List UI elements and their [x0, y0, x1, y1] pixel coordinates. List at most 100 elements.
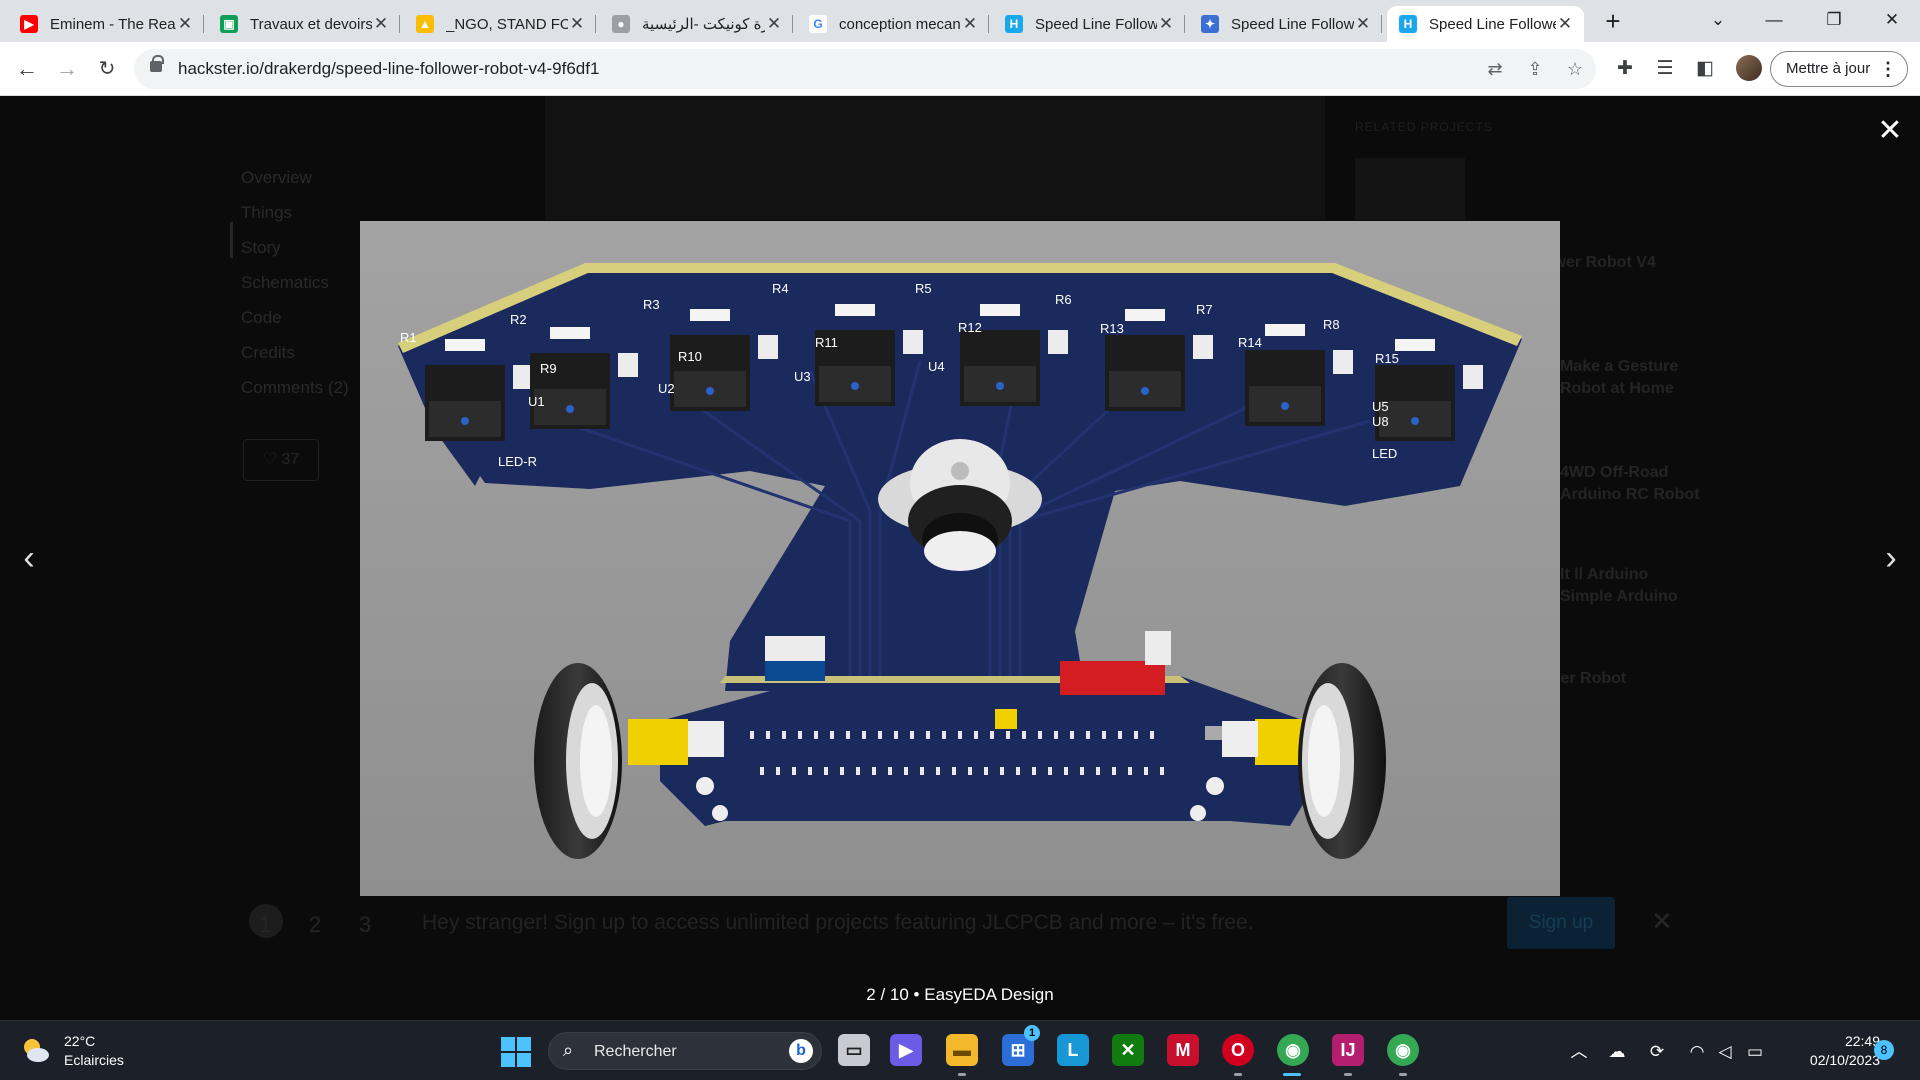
forward-button[interactable]: →: [50, 52, 84, 86]
header-pin: [862, 731, 866, 739]
teams-chat-icon[interactable]: ▶: [890, 1034, 922, 1066]
start-button[interactable]: [501, 1037, 531, 1067]
respect-button[interactable]: ♡ 37: [243, 439, 319, 481]
header-pin: [974, 731, 978, 739]
tab-7[interactable]: ✦ Speed Line Follower✕: [1189, 6, 1382, 42]
jlcpcb-icon: ✦: [1201, 15, 1219, 33]
update-button[interactable]: Mettre à jour ⋮: [1770, 51, 1908, 87]
tab-title: Speed Line Follower: [1035, 15, 1157, 33]
pcb-silkscreen-label: U2: [658, 381, 675, 396]
related-project-title[interactable]: Simple Arduino: [1560, 588, 1678, 606]
pager-item[interactable]: 1: [259, 912, 271, 938]
tab-search-chevron-icon[interactable]: ⌄: [1690, 0, 1746, 42]
tab-close-icon[interactable]: ✕: [1556, 14, 1574, 34]
tab-6[interactable]: H Speed Line Follower✕: [993, 6, 1185, 42]
close-window-button[interactable]: ✕: [1864, 0, 1920, 42]
project-nav-item[interactable]: Schematics: [241, 273, 349, 308]
related-project-title[interactable]: Arduino RC Robot: [1560, 486, 1700, 504]
address-bar[interactable]: hackster.io/drakerdg/speed-line-follower…: [134, 49, 1596, 89]
tab-title: _NGO, STAND FOR: [446, 15, 568, 33]
taskbar-search[interactable]: ⌕ Rechercher b: [548, 1032, 822, 1070]
file-explorer-icon[interactable]: ▬: [946, 1034, 978, 1066]
tab-5[interactable]: Gconception mecanique✕: [797, 6, 989, 42]
header-pin: [904, 767, 908, 775]
minimize-button[interactable]: —: [1746, 0, 1802, 42]
chrome-icon[interactable]: ◉: [1277, 1034, 1309, 1066]
tab-separator: [203, 15, 204, 33]
pager-item[interactable]: 3: [359, 912, 371, 938]
sync-icon[interactable]: ⟳: [1646, 1041, 1668, 1063]
header-pin: [782, 731, 786, 739]
tab-close-icon[interactable]: ✕: [1354, 14, 1372, 34]
volume-icon[interactable]: ◁: [1714, 1041, 1736, 1063]
tab-3[interactable]: ▲ _NGO, STAND FOR✕: [404, 6, 596, 42]
notification-badge[interactable]: 8: [1874, 1040, 1894, 1060]
header-pin: [1102, 731, 1106, 739]
lightbox-close-icon[interactable]: ✕: [1874, 116, 1906, 148]
signup-button[interactable]: Sign up: [1507, 897, 1615, 949]
task-view-icon[interactable]: ▭: [838, 1034, 870, 1066]
header-pin: [936, 767, 940, 775]
reload-button[interactable]: ↻: [90, 52, 124, 86]
bing-icon[interactable]: b: [789, 1039, 813, 1063]
tab-close-icon[interactable]: ✕: [1157, 14, 1175, 34]
running-indicator: [958, 1073, 966, 1076]
intellij-icon[interactable]: IJ: [1332, 1034, 1364, 1066]
header-pin: [1150, 731, 1154, 739]
share-icon[interactable]: ⇪: [1524, 58, 1546, 80]
tab-4[interactable]: ● كورة كونيكت -الرئيسية✕: [600, 6, 793, 42]
related-thumbnail[interactable]: [1355, 158, 1465, 220]
tab-8[interactable]: H Speed Line Follower ✕: [1387, 6, 1584, 42]
opera-icon[interactable]: O: [1222, 1034, 1254, 1066]
tab-close-icon[interactable]: ✕: [372, 14, 390, 34]
restore-button[interactable]: ❐: [1806, 0, 1862, 42]
tray-overflow-chevron-icon[interactable]: ︿: [1568, 1041, 1590, 1063]
pager-item[interactable]: 2: [309, 912, 321, 938]
reading-list-icon[interactable]: ☰: [1652, 56, 1678, 82]
project-nav-item[interactable]: Story: [241, 238, 349, 273]
hero-image-dimmed: [545, 96, 1325, 220]
header-pin: [798, 731, 802, 739]
menu-dots-icon[interactable]: ⋮: [1879, 52, 1897, 86]
project-nav-item[interactable]: Comments (2): [241, 378, 349, 413]
pcb-silkscreen-label: U4: [928, 359, 945, 374]
header-pin: [1070, 731, 1074, 739]
url-text[interactable]: hackster.io/drakerdg/speed-line-follower…: [178, 59, 599, 79]
profile-avatar[interactable]: [1736, 55, 1762, 81]
back-button[interactable]: ←: [10, 52, 44, 86]
tab-1[interactable]: ▶ Eminem - The Real Slim Shady✕: [8, 6, 204, 42]
pcb-silkscreen-label: R2: [510, 312, 527, 327]
tab-close-icon[interactable]: ✕: [961, 14, 979, 34]
pcb-silkscreen-label: R10: [678, 349, 702, 364]
launcher-l-icon[interactable]: L: [1057, 1034, 1089, 1066]
weather-condition: Eclaircies: [64, 1052, 124, 1068]
pcb-silkscreen-label: R8: [1323, 317, 1340, 332]
signup-close-icon[interactable]: ✕: [1651, 906, 1673, 937]
bookmark-star-icon[interactable]: ☆: [1564, 58, 1586, 80]
battery-icon[interactable]: ▭: [1744, 1041, 1766, 1063]
lightbox-prev-icon[interactable]: ‹: [14, 540, 44, 576]
project-nav-item[interactable]: Credits: [241, 343, 349, 378]
onedrive-error-icon[interactable]: ☁: [1606, 1041, 1628, 1063]
lightbox-next-icon[interactable]: ›: [1876, 540, 1906, 576]
extensions-icon[interactable]: ✚: [1612, 56, 1638, 82]
chrome-profile-icon[interactable]: ◉: [1387, 1034, 1419, 1066]
project-nav-item[interactable]: Things: [241, 203, 349, 238]
related-project-title[interactable]: Make a Gesture: [1560, 358, 1678, 376]
tab-close-icon[interactable]: ✕: [568, 14, 586, 34]
new-tab-button[interactable]: +: [1598, 6, 1628, 36]
xbox-icon[interactable]: ✕: [1112, 1034, 1144, 1066]
related-project-title[interactable]: It ll Arduino: [1560, 566, 1648, 584]
mcafee-icon[interactable]: M: [1167, 1034, 1199, 1066]
tab-close-icon[interactable]: ✕: [765, 14, 783, 34]
related-project-title[interactable]: 4WD Off-Road: [1560, 464, 1668, 482]
project-nav-item[interactable]: Overview: [241, 168, 349, 203]
project-nav-item[interactable]: Code: [241, 308, 349, 343]
wifi-icon[interactable]: ◠: [1686, 1041, 1708, 1063]
related-project-title[interactable]: Robot at Home: [1560, 380, 1674, 398]
tab-close-icon[interactable]: ✕: [176, 14, 194, 34]
translate-icon[interactable]: ⇄: [1484, 58, 1506, 80]
side-panel-icon[interactable]: ◧: [1692, 56, 1718, 82]
tab-2[interactable]: ▣ Travaux et devoirs ✕: [208, 6, 400, 42]
clock[interactable]: 22:49 02/10/2023: [1780, 1032, 1880, 1070]
